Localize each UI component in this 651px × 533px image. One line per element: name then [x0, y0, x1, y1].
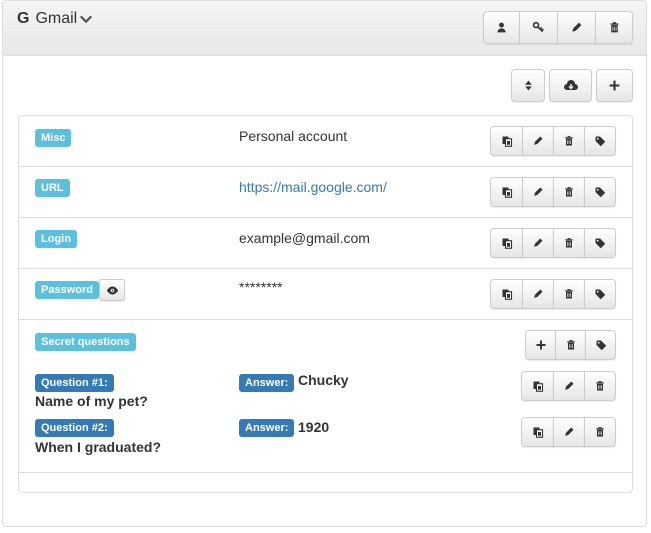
- answer-label: Answer:: [239, 419, 295, 437]
- edit-button[interactable]: [522, 279, 554, 309]
- chevron-down-icon: [79, 12, 93, 26]
- answer-label: Answer:: [239, 374, 295, 392]
- field-value-login: example@gmail.com: [239, 230, 370, 246]
- question-number-label: Question #2:: [35, 419, 114, 437]
- tag-button[interactable]: [584, 228, 616, 258]
- field-value-misc: Personal account: [239, 128, 348, 144]
- delete-button[interactable]: [553, 177, 585, 207]
- pencil-icon: [570, 21, 583, 34]
- copy-icon: [501, 186, 513, 198]
- edit-button[interactable]: [522, 177, 554, 207]
- copy-icon: [532, 380, 544, 392]
- trash-icon: [563, 237, 575, 249]
- trash-icon: [594, 426, 606, 438]
- tag-icon: [594, 135, 606, 147]
- copy-button[interactable]: [521, 417, 554, 447]
- trash-icon: [594, 380, 606, 392]
- google-logo-icon: G: [17, 10, 30, 27]
- delete-button[interactable]: [584, 417, 616, 447]
- question-number-label: Question #1:: [35, 374, 114, 392]
- pencil-icon: [532, 135, 544, 147]
- edit-button[interactable]: [522, 228, 554, 258]
- tag-icon: [595, 339, 607, 351]
- copy-icon: [501, 237, 513, 249]
- add-field-button[interactable]: [596, 69, 633, 102]
- tag-button[interactable]: [585, 330, 616, 360]
- cloud-download-icon: [563, 78, 579, 94]
- plus-icon: [608, 79, 621, 92]
- tag-icon: [594, 186, 606, 198]
- trash-icon: [563, 135, 575, 147]
- pencil-icon: [532, 237, 544, 249]
- copy-button[interactable]: [490, 228, 523, 258]
- edit-button[interactable]: [553, 417, 585, 447]
- answer-text: 1920: [298, 419, 330, 435]
- pencil-icon: [563, 426, 575, 438]
- edit-button[interactable]: [553, 371, 585, 401]
- field-value-url-link[interactable]: https://mail.google.com/: [239, 179, 387, 195]
- copy-button[interactable]: [490, 177, 523, 207]
- pencil-icon: [532, 186, 544, 198]
- tag-icon: [594, 237, 606, 249]
- key-button[interactable]: [519, 11, 558, 44]
- sort-icon: [522, 79, 535, 92]
- tag-icon: [594, 288, 606, 300]
- delete-button[interactable]: [553, 126, 585, 156]
- tag-button[interactable]: [584, 126, 616, 156]
- trash-icon: [563, 288, 575, 300]
- copy-button[interactable]: [490, 279, 523, 309]
- pencil-icon: [563, 380, 575, 392]
- answer-text: Chucky: [298, 372, 349, 388]
- tag-button[interactable]: [584, 279, 616, 309]
- divider: [19, 217, 632, 218]
- download-button[interactable]: [549, 69, 592, 102]
- copy-icon: [532, 426, 544, 438]
- trash-icon: [563, 186, 575, 198]
- delete-button[interactable]: [584, 371, 616, 401]
- key-icon: [532, 21, 545, 34]
- trash-icon: [608, 21, 621, 34]
- user-button[interactable]: [483, 11, 520, 44]
- field-label-misc: Misc: [35, 129, 72, 147]
- copy-icon: [501, 288, 513, 300]
- delete-entry-button[interactable]: [595, 11, 633, 44]
- delete-button[interactable]: [555, 330, 586, 360]
- plus-icon: [535, 339, 547, 351]
- entry-panel: G Gmail Misc Personal account URL https:…: [2, 0, 647, 527]
- show-password-button[interactable]: [99, 279, 125, 301]
- question-text: Name of my pet?: [35, 393, 148, 409]
- copy-icon: [501, 135, 513, 147]
- divider: [19, 472, 632, 473]
- field-label-secret-questions: Secret questions: [35, 333, 136, 351]
- pencil-icon: [532, 288, 544, 300]
- copy-button[interactable]: [521, 371, 554, 401]
- field-label-url: URL: [35, 179, 70, 197]
- divider: [19, 268, 632, 269]
- user-icon: [495, 21, 508, 34]
- question-text: When I graduated?: [35, 439, 161, 455]
- field-label-password: Password: [35, 281, 99, 299]
- divider: [19, 319, 632, 320]
- sort-button[interactable]: [511, 69, 545, 102]
- trash-icon: [565, 339, 577, 351]
- copy-button[interactable]: [490, 126, 523, 156]
- panel-heading: G Gmail: [3, 1, 646, 56]
- edit-entry-button[interactable]: [557, 11, 596, 44]
- tag-button[interactable]: [584, 177, 616, 207]
- field-label-login: Login: [35, 230, 77, 248]
- add-question-button[interactable]: [525, 330, 556, 360]
- divider: [19, 166, 632, 167]
- field-value-password: ********: [239, 279, 283, 295]
- delete-button[interactable]: [553, 279, 585, 309]
- entry-title-text: Gmail: [35, 10, 78, 27]
- entry-title[interactable]: G Gmail: [17, 10, 93, 28]
- delete-button[interactable]: [553, 228, 585, 258]
- edit-button[interactable]: [522, 126, 554, 156]
- eye-icon: [106, 284, 119, 297]
